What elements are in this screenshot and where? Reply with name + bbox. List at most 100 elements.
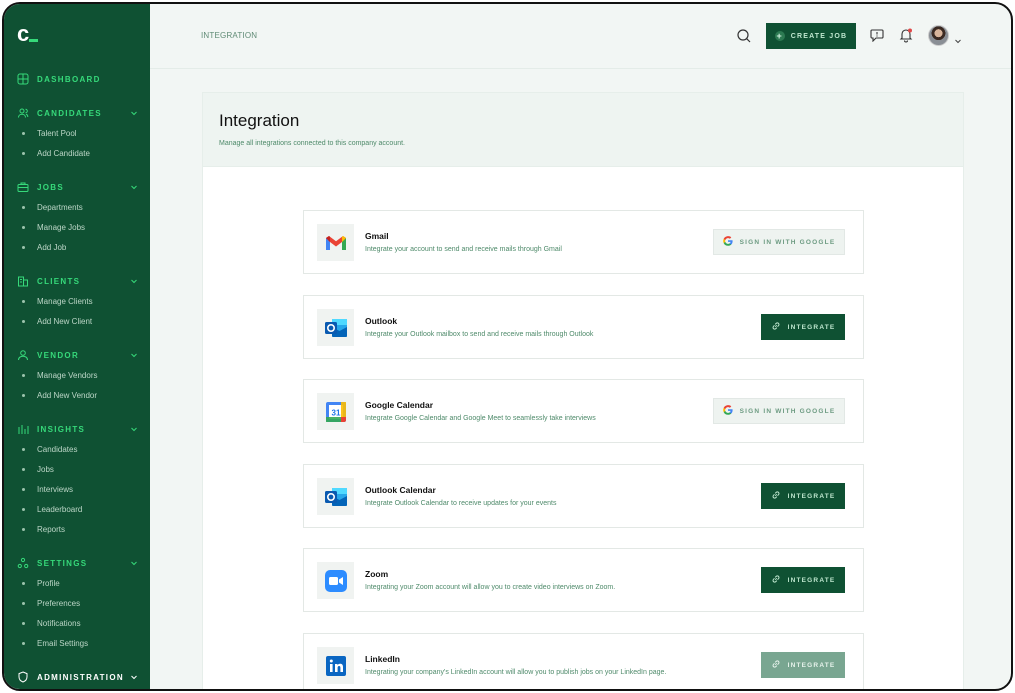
settings-icon	[17, 557, 29, 569]
brand-logo[interactable]: c	[17, 21, 39, 47]
chevron-down-icon[interactable]	[130, 183, 138, 191]
bullet-dot	[22, 225, 25, 229]
search-button[interactable]	[736, 28, 752, 44]
bullet-dot	[22, 641, 25, 645]
chevron-down-icon[interactable]	[130, 559, 138, 567]
sidebar-section-insights: INSIGHTS Candidates Jobs Interviews Leaderbo…	[4, 419, 150, 539]
sidebar-header-label: CANDIDATES	[37, 108, 102, 118]
linkedin-logo	[317, 647, 354, 684]
sidebar-item-profile[interactable]: Profile	[4, 573, 150, 593]
sidebar-item-label: Departments	[37, 202, 83, 212]
chevron-down-icon[interactable]	[130, 425, 138, 433]
link-icon	[771, 659, 781, 671]
building-icon	[17, 275, 29, 287]
sidebar-section-dashboard: DASHBOARD	[4, 69, 150, 89]
sidebar-header-jobs[interactable]: JOBS	[4, 177, 150, 197]
button-label: INTEGRATE	[787, 661, 836, 669]
sidebar-item-interviews[interactable]: Interviews	[4, 479, 150, 499]
sidebar-header-administration[interactable]: ADMINISTRATION	[4, 667, 150, 687]
button-label: SIGN IN WITH GOOGLE	[739, 407, 836, 415]
chevron-down-icon	[955, 39, 961, 44]
sidebar-section-jobs: JOBS Departments Manage Jobs Add Job	[4, 177, 150, 257]
button-label: INTEGRATE	[787, 576, 836, 584]
sidebar-item-label: Preferences	[37, 598, 81, 608]
bullet-dot	[22, 245, 25, 249]
integration-name: Outlook Calendar	[365, 485, 436, 495]
sidebar-item-label: Notifications	[37, 618, 81, 628]
avatar-menu-toggle[interactable]	[954, 32, 962, 44]
bar-chart-icon	[17, 423, 29, 435]
sidebar-item-preferences[interactable]: Preferences	[4, 593, 150, 613]
sidebar-header-label: CLIENTS	[37, 276, 81, 286]
sidebar-item-candidates[interactable]: Candidates	[4, 439, 150, 459]
sidebar-item-add-new-vendor[interactable]: Add New Vendor	[4, 385, 150, 405]
integration-name: Zoom	[365, 569, 389, 579]
bullet-dot	[22, 507, 25, 511]
sidebar-item-add-job[interactable]: Add Job	[4, 237, 150, 257]
sidebar-item-jobs[interactable]: Jobs	[4, 459, 150, 479]
link-icon	[771, 490, 781, 502]
sidebar-header-settings[interactable]: SETTINGS	[4, 553, 150, 573]
plus-icon: +	[774, 31, 785, 41]
sidebar-item-add-new-client[interactable]: Add New Client	[4, 311, 150, 331]
sidebar-header-vendor[interactable]: VENDOR	[4, 345, 150, 365]
chat-button[interactable]	[870, 28, 884, 43]
sidebar-item-notifications[interactable]: Notifications	[4, 613, 150, 633]
sidebar-header-insights[interactable]: INSIGHTS	[4, 419, 150, 439]
sidebar-item-label: Talent Pool	[37, 128, 77, 138]
sidebar-header-label: VENDOR	[37, 350, 80, 360]
integration-row-outlook-calendar: Outlook Calendar Integrate Outlook Calend…	[303, 464, 864, 528]
sidebar-item-add-candidate[interactable]: Add Candidate	[4, 143, 150, 163]
sidebar-section-candidates: CANDIDATES Talent Pool Add Candidate	[4, 103, 150, 163]
sidebar-header-candidates[interactable]: CANDIDATES	[4, 103, 150, 123]
breadcrumb: INTEGRATION	[201, 31, 258, 40]
sidebar-section-administration: ADMINISTRATION	[4, 667, 150, 687]
integration-description: Integrate Outlook Calendar to receive up…	[365, 500, 557, 507]
outlook-logo	[317, 309, 354, 346]
integration-row-google-calendar: 31 Google Calendar Integrate Google Calend…	[303, 379, 864, 443]
gmail-sign-in-button[interactable]: SIGN IN WITH GOOGLE	[713, 229, 845, 255]
bullet-dot	[22, 621, 25, 625]
linkedin-integrate-button[interactable]: INTEGRATE	[761, 652, 845, 678]
bell-icon	[899, 28, 913, 43]
app-window: c DASHBOARD CANDIDATES Talent Pool Add Cand…	[2, 2, 1013, 691]
chevron-down-icon[interactable]	[130, 351, 138, 359]
sidebar-item-reports[interactable]: Reports	[4, 519, 150, 539]
sidebar-item-label: Reports	[37, 524, 66, 534]
outlook-logo	[317, 478, 354, 515]
sidebar-section-vendor: VENDOR Manage Vendors Add New Vendor	[4, 345, 150, 405]
vendor-icon	[17, 349, 29, 361]
outlook-integrate-button[interactable]: INTEGRATE	[761, 314, 845, 340]
bullet-dot	[22, 527, 25, 531]
sidebar-item-manage-jobs[interactable]: Manage Jobs	[4, 217, 150, 237]
create-job-label: CREATE JOB	[790, 32, 848, 40]
panel-header: Integration Manage all integrations conn…	[203, 93, 963, 167]
notifications-button[interactable]	[898, 27, 914, 43]
sidebar-item-label: Manage Vendors	[37, 370, 98, 380]
bullet-dot	[22, 487, 25, 491]
chat-icon	[870, 29, 884, 43]
sidebar-item-leaderboard[interactable]: Leaderboard	[4, 499, 150, 519]
integration-row-linkedin: LinkedIn Integrating your company's Linke…	[303, 633, 864, 689]
chevron-down-icon[interactable]	[130, 277, 138, 285]
sidebar-header-label: ADMINISTRATION	[37, 672, 124, 682]
integration-description: Integrating your Zoom account will allow…	[365, 584, 616, 591]
button-label: INTEGRATE	[787, 492, 836, 500]
chevron-down-icon[interactable]	[130, 109, 138, 117]
zoom-integrate-button[interactable]: INTEGRATE	[761, 567, 845, 593]
sidebar-item-manage-vendors[interactable]: Manage Vendors	[4, 365, 150, 385]
sidebar: c DASHBOARD CANDIDATES Talent Pool Add Cand…	[4, 4, 150, 689]
calendar-day: 31	[331, 408, 340, 417]
chevron-down-icon[interactable]	[130, 673, 138, 681]
sidebar-item-manage-clients[interactable]: Manage Clients	[4, 291, 150, 311]
user-avatar[interactable]	[928, 25, 949, 46]
button-label: INTEGRATE	[787, 323, 836, 331]
sidebar-item-talent-pool[interactable]: Talent Pool	[4, 123, 150, 143]
google-calendar-sign-in-button[interactable]: SIGN IN WITH GOOGLE	[713, 398, 845, 424]
sidebar-header-clients[interactable]: CLIENTS	[4, 271, 150, 291]
sidebar-item-departments[interactable]: Departments	[4, 197, 150, 217]
sidebar-header-dashboard[interactable]: DASHBOARD	[4, 69, 150, 89]
outlook-calendar-integrate-button[interactable]: INTEGRATE	[761, 483, 845, 509]
create-job-button[interactable]: + CREATE JOB	[766, 23, 856, 49]
sidebar-item-email-settings[interactable]: Email Settings	[4, 633, 150, 653]
